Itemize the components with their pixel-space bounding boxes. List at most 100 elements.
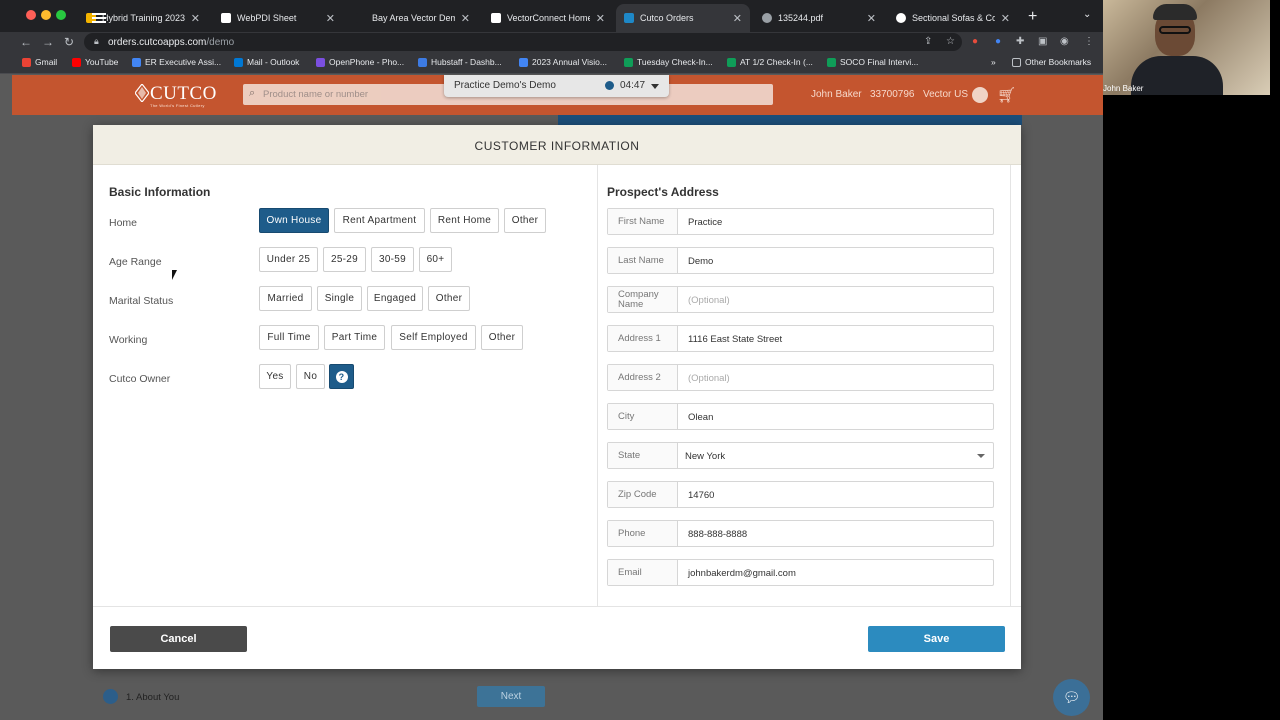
city-field[interactable]: City Olean (607, 403, 994, 430)
bookmark-item[interactable]: Tuesday Check-In... (624, 57, 713, 67)
bookmark-item[interactable]: Hubstaff - Dashb... (418, 57, 502, 67)
black-border (1103, 95, 1280, 720)
home-rent-apartment-option[interactable]: Rent Apartment (334, 208, 425, 233)
home-rent-home-option[interactable]: Rent Home (430, 208, 499, 233)
other-bookmarks[interactable]: Other Bookmarks (1012, 57, 1091, 67)
age-60-plus-option[interactable]: 60+ (419, 247, 452, 272)
page-icon (356, 13, 366, 23)
browser-tab[interactable]: Sectional Sofas & Couc ✕ (888, 4, 1018, 32)
extensions-puzzle-icon[interactable]: ✚ (1016, 36, 1024, 47)
chat-icon[interactable]: 💬︎ (1053, 679, 1090, 716)
bookmark-item[interactable]: OpenPhone - Pho... (316, 57, 404, 67)
page-icon (896, 13, 906, 23)
bookmark-item[interactable]: SOCO Final Intervi... (827, 57, 918, 67)
back-icon[interactable]: ← (20, 35, 32, 49)
tab-search-icon[interactable]: ⌄ (1083, 9, 1091, 20)
working-other-option[interactable]: Other (481, 325, 523, 350)
marital-other-option[interactable]: Other (428, 286, 470, 311)
browser-tab[interactable]: WebPDI Sheet ✕ (213, 4, 343, 32)
bookmark-item[interactable]: Gmail (22, 57, 57, 67)
cutco-owner-no-option[interactable]: No (296, 364, 325, 389)
cutco-favicon-icon (624, 13, 634, 23)
address-2-field[interactable]: Address 2 (Optional) (607, 364, 994, 391)
bookmark-item[interactable]: 2023 Annual Visio... (519, 57, 607, 67)
zip-code-field[interactable]: Zip Code 14760 (607, 481, 994, 508)
marital-engaged-option[interactable]: Engaged (367, 286, 423, 311)
field-label: First Name (608, 209, 678, 234)
next-button[interactable]: Next (477, 686, 545, 707)
share-icon[interactable]: ⇪ (924, 36, 932, 47)
bookmark-item[interactable]: AT 1/2 Check-In (... (727, 57, 813, 67)
cutco-owner-help-button[interactable]: ? (329, 364, 354, 389)
cutco-owner-yes-option[interactable]: Yes (259, 364, 291, 389)
hubstaff-icon (418, 57, 427, 67)
extension-icon[interactable]: ● (972, 36, 978, 47)
email-field[interactable]: Email johnbakerdm@gmail.com (607, 559, 994, 586)
close-tab-icon[interactable]: ✕ (733, 12, 742, 25)
footer-divider (93, 606, 1021, 607)
profile-avatar-icon[interactable]: ◉ (1060, 36, 1069, 47)
cancel-button[interactable]: Cancel (110, 626, 247, 652)
help-icon: ? (335, 370, 348, 383)
age-30-59-option[interactable]: 30-59 (371, 247, 414, 272)
maximize-window-icon[interactable] (56, 10, 66, 20)
marital-married-option[interactable]: Married (259, 286, 312, 311)
modal-title: CUSTOMER INFORMATION (474, 139, 640, 153)
close-tab-icon[interactable]: ✕ (867, 12, 876, 25)
save-button[interactable]: Save (868, 626, 1005, 652)
address-1-field[interactable]: Address 1 1116 East State Street (607, 325, 994, 352)
side-panel-icon[interactable]: ▣ (1038, 36, 1047, 47)
user-avatar-icon[interactable] (972, 87, 988, 103)
basic-info-title: Basic Information (109, 185, 211, 199)
working-part-time-option[interactable]: Part Time (324, 325, 385, 350)
age-25-29-option[interactable]: 25-29 (323, 247, 366, 272)
close-window-icon[interactable] (26, 10, 36, 20)
close-tab-icon[interactable]: ✕ (596, 12, 605, 25)
bookmark-item[interactable]: YouTube (72, 57, 118, 67)
browser-tab[interactable]: VectorConnect Home ✕ (483, 4, 613, 32)
state-select[interactable]: State New York (607, 442, 994, 469)
close-tab-icon[interactable]: ✕ (326, 12, 335, 25)
phone-field[interactable]: Phone 888-888-8888 (607, 520, 994, 547)
close-tab-icon[interactable]: ✕ (461, 12, 470, 25)
address-bar[interactable]: 🔒︎ orders.cutcoapps.com/demo (84, 33, 962, 51)
close-tab-icon[interactable]: ✕ (1001, 12, 1010, 25)
page-icon (491, 13, 501, 23)
browser-menu-icon[interactable]: ⋮ (1084, 36, 1094, 47)
cart-icon[interactable]: 🛒︎ (997, 86, 1016, 104)
browser-tab[interactable]: 135244.pdf ✕ (754, 4, 884, 32)
bookmark-item[interactable]: ER Executive Assi... (132, 57, 221, 67)
home-other-option[interactable]: Other (504, 208, 546, 233)
company-name-field[interactable]: Company Name (Optional) (607, 286, 994, 313)
browser-tab[interactable]: Hybrid Training 2023 - ✕ (78, 4, 208, 32)
browser-tab-active[interactable]: Cutco Orders ✕ (616, 4, 750, 32)
background-table-header (558, 115, 1022, 125)
close-tab-icon[interactable]: ✕ (191, 12, 200, 25)
working-self-employed-option[interactable]: Self Employed (391, 325, 476, 350)
new-tab-icon[interactable]: + (1028, 8, 1037, 26)
minimize-window-icon[interactable] (41, 10, 51, 20)
url-path: /demo (206, 37, 235, 48)
forward-icon[interactable]: → (42, 35, 54, 49)
sheets-icon (624, 57, 633, 67)
home-own-house-option[interactable]: Own House (259, 208, 329, 233)
bookmarks-overflow[interactable]: » (991, 57, 996, 67)
first-name-field[interactable]: First Name Practice (607, 208, 994, 235)
docs-icon (132, 57, 141, 67)
bookmark-star-icon[interactable]: ☆ (946, 36, 955, 47)
extension-icon[interactable]: ● (995, 36, 1001, 47)
hamburger-menu-icon[interactable] (92, 13, 106, 15)
browser-tab[interactable]: Bay Area Vector Demo ✕ (348, 4, 478, 32)
age-under-25-option[interactable]: Under 25 (259, 247, 318, 272)
demo-timer-pill[interactable]: Practice Demo's Demo 04:47 (444, 75, 669, 97)
column-divider (597, 165, 598, 607)
reload-icon[interactable]: ↻ (64, 35, 74, 49)
timer-icon (605, 81, 614, 90)
working-full-time-option[interactable]: Full Time (259, 325, 319, 350)
bookmark-item[interactable]: Mail - Outlook (234, 57, 299, 67)
cutco-logo[interactable]: CUTCO (150, 83, 217, 105)
last-name-field[interactable]: Last Name Demo (607, 247, 994, 274)
field-value: Practice (688, 217, 723, 228)
marital-single-option[interactable]: Single (317, 286, 362, 311)
page-icon (221, 13, 231, 23)
